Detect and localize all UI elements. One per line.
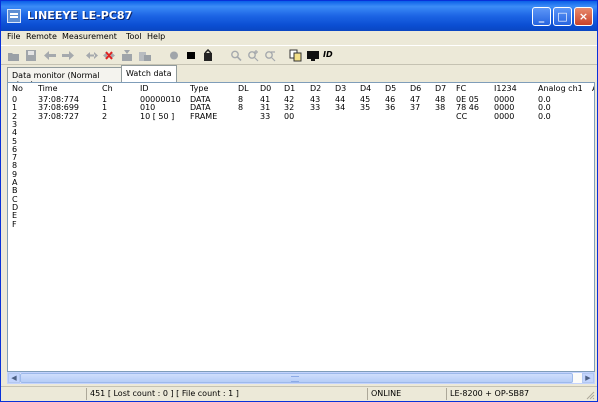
header-col-fc[interactable]: FC	[456, 84, 466, 94]
zoom-out-icon[interactable]	[263, 49, 277, 62]
table-row[interactable]: 2 37:08:727 2 10 [ 50 ] FRAME 33 00 CC 0000 0.0	[8, 112, 594, 121]
tab-watch-data-label: Watch data	[126, 69, 172, 78]
chevron-left-icon: ◀	[11, 374, 17, 382]
menu-tool[interactable]: Tool	[126, 32, 142, 41]
header-col-d6[interactable]: D6	[410, 84, 421, 94]
table-row[interactable]: 9	[8, 170, 594, 179]
header-col-type[interactable]: Type	[190, 84, 208, 94]
minimize-icon: _	[538, 10, 545, 23]
tab-watch-data[interactable]: Watch data	[121, 65, 177, 82]
table-row[interactable]: B	[8, 186, 594, 195]
zoom-in-icon[interactable]	[246, 49, 260, 62]
table-row[interactable]: 4	[8, 128, 594, 137]
tab-data-monitor[interactable]: Data monitor (Normal view)	[7, 67, 122, 89]
header-col-time[interactable]: Time	[38, 84, 58, 94]
close-icon: ×	[578, 10, 589, 23]
window-title: LINEEYE LE-PC87	[27, 9, 133, 22]
header-col-dl[interactable]: DL	[238, 84, 249, 94]
resize-grip-icon[interactable]	[585, 390, 595, 400]
header-col-d0[interactable]: D0	[260, 84, 271, 94]
status-bar: 451 [ Lost count : 0 ] [ File count : 1 …	[1, 386, 597, 401]
header-col-ch[interactable]: Ch	[102, 84, 113, 94]
horizontal-scrollbar[interactable]: ◀ ▶	[7, 372, 595, 384]
status-counts: 451 [ Lost count : 0 ] [ File count : 1 …	[87, 388, 368, 400]
table-row[interactable]: C	[8, 195, 594, 204]
header-col-d1[interactable]: D1	[284, 84, 295, 94]
copy-icon[interactable]	[289, 49, 303, 62]
minimize-button[interactable]: _	[532, 7, 551, 26]
cell-col-no: F	[12, 219, 17, 229]
filter-icon[interactable]	[138, 49, 152, 62]
menu-help[interactable]: Help	[147, 32, 165, 41]
app-window: LINEEYE LE-PC87 _ □ × File Remote Measur…	[0, 0, 598, 402]
scroll-right-button[interactable]: ▶	[582, 373, 594, 383]
open-icon[interactable]	[7, 49, 21, 62]
thumb-grip	[291, 376, 299, 382]
menu-remote[interactable]: Remote	[26, 32, 57, 41]
chevron-right-icon: ▶	[585, 374, 591, 382]
trigger-icon[interactable]	[120, 49, 134, 62]
table-row[interactable]: D	[8, 203, 594, 212]
status-pane-blank	[1, 388, 87, 400]
table-row[interactable]: 8	[8, 161, 594, 170]
menu-file[interactable]: File	[7, 32, 20, 41]
back-icon[interactable]	[43, 49, 57, 62]
header-col-id[interactable]: ID	[140, 84, 149, 94]
save-icon[interactable]	[24, 49, 38, 62]
tab-strip: Data monitor (Normal view) Watch data	[1, 65, 597, 89]
status-device: LE-8200 + OP-SB87	[450, 389, 530, 398]
toolbar: ID	[1, 45, 597, 65]
header-col-d5[interactable]: D5	[385, 84, 396, 94]
header-col-d4[interactable]: D4	[360, 84, 371, 94]
jump-icon[interactable]	[85, 49, 99, 62]
status-online: ONLINE	[368, 388, 447, 400]
maximize-icon: □	[557, 10, 568, 23]
header-col-d2[interactable]: D2	[310, 84, 321, 94]
table-header: No Time Ch ID Type DL D0 D1 D2 D3 D4 D5 D6 D7 FC I1234 A…	[8, 83, 594, 95]
id-icon[interactable]: ID	[323, 50, 333, 60]
header-col-no[interactable]: No	[12, 84, 23, 94]
app-icon	[7, 9, 21, 23]
header-col-d3[interactable]: D3	[335, 84, 346, 94]
scroll-left-button[interactable]: ◀	[8, 373, 20, 383]
menu-measurement[interactable]: Measurement	[62, 32, 117, 41]
table-row[interactable]: E	[8, 211, 594, 220]
record-icon[interactable]	[167, 49, 181, 62]
table-row[interactable]: 5	[8, 137, 594, 146]
table-row[interactable]: F	[8, 219, 594, 229]
header-col-a[interactable]: A	[592, 84, 594, 94]
title-bar[interactable]: LINEEYE LE-PC87 _ □ ×	[1, 1, 597, 31]
stop-icon[interactable]	[184, 49, 198, 62]
scrollbar-thumb[interactable]	[20, 373, 573, 383]
forward-icon[interactable]	[61, 49, 75, 62]
header-col-analog-ch1[interactable]: Analog ch1	[538, 84, 583, 94]
stop-marker-icon[interactable]	[102, 49, 116, 62]
header-col-i1234[interactable]: I1234	[494, 84, 517, 94]
table-row[interactable]: 6	[8, 145, 594, 154]
monitor-icon[interactable]	[306, 49, 320, 62]
zoom-icon[interactable]	[229, 49, 243, 62]
export-icon[interactable]	[201, 49, 215, 62]
table-row[interactable]: 7	[8, 153, 594, 162]
close-button[interactable]: ×	[574, 7, 593, 26]
watch-data-table[interactable]: No Time Ch ID Type DL D0 D1 D2 D3 D4 D5 D6 D7 FC I1234 A…	[7, 82, 595, 372]
maximize-button[interactable]: □	[553, 7, 572, 26]
table-row[interactable]: A	[8, 178, 594, 187]
menu-bar: File Remote Measurement Tool Help	[1, 31, 597, 45]
header-col-d7[interactable]: D7	[435, 84, 446, 94]
table-row[interactable]: 3	[8, 120, 594, 129]
